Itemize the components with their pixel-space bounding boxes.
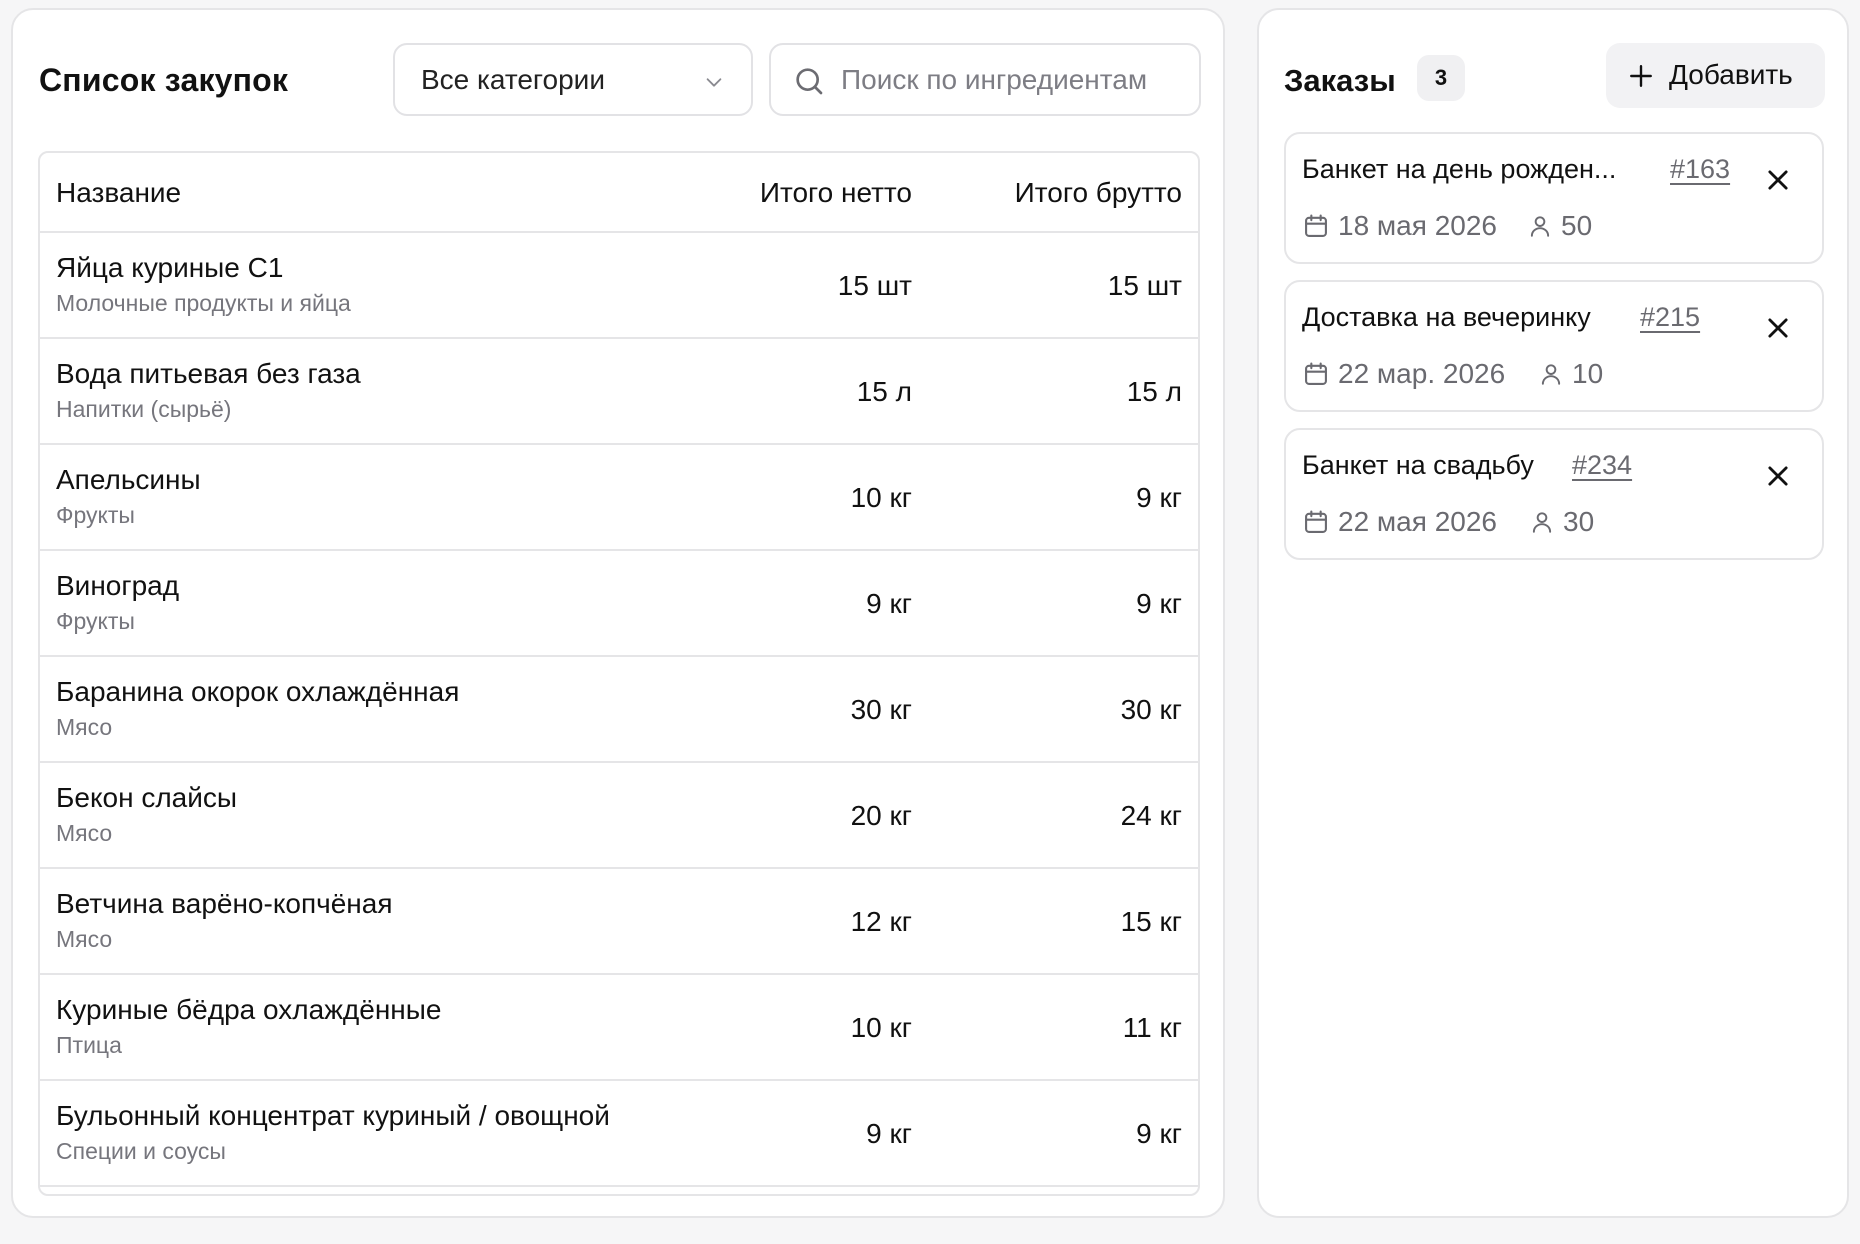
row-gross: 15 кг <box>1120 906 1182 937</box>
row-name: Вода питьевая без газа <box>56 358 361 389</box>
order-date: 18 мая 2026 <box>1338 210 1497 241</box>
table-row[interactable]: Виноград Фрукты 9 кг 9 кг <box>40 551 1198 657</box>
orders-panel: Заказы 3 Добавить Банкет на день рожден.… <box>1257 8 1849 1218</box>
row-gross: 9 кг <box>1136 588 1182 619</box>
calendar-icon <box>1305 214 1327 237</box>
person-icon <box>1532 512 1552 533</box>
row-category: Птица <box>56 1032 122 1058</box>
row-name: Апельсины <box>56 464 201 495</box>
row-gross: 9 кг <box>1136 482 1182 513</box>
ingredients-table: Название Итого нетто Итого брутто Яйца к… <box>38 151 1200 1196</box>
row-category: Мясо <box>56 714 113 740</box>
row-net: 15 шт <box>837 270 912 301</box>
row-net: 30 кг <box>850 694 912 725</box>
row-name: Куриные бёдра охлаждённые <box>56 994 442 1025</box>
row-net: 10 кг <box>850 1012 912 1043</box>
row-name: Бекон слайсы <box>56 782 238 813</box>
order-card[interactable]: Доставка на вечеринку #215 22 мар. 2026 … <box>1284 280 1824 412</box>
calendar-icon <box>1305 510 1327 533</box>
order-guests: 10 <box>1572 358 1604 389</box>
add-order-button[interactable]: Добавить <box>1606 43 1825 108</box>
orders-title: Заказы <box>1284 63 1396 98</box>
table-row[interactable]: Апельсины Фрукты 10 кг 9 кг <box>40 445 1198 551</box>
row-net: 10 кг <box>850 482 912 513</box>
order-card[interactable]: Банкет на день рожден... #163 18 мая 202… <box>1284 132 1824 264</box>
table-header: Название Итого нетто Итого брутто <box>40 153 1198 233</box>
category-select-value: Все категории <box>421 63 605 95</box>
row-category: Мясо <box>56 820 113 846</box>
row-name: Виноград <box>56 570 180 601</box>
search-box <box>769 43 1201 116</box>
table-row[interactable]: Яйца куриные С1 Молочные продукты и яйца… <box>40 233 1198 339</box>
table-row[interactable]: Ветчина варёно-копчёная Мясо 12 кг 15 кг <box>40 869 1198 975</box>
row-name: Яйца куриные С1 <box>56 252 284 283</box>
row-gross: 15 шт <box>1107 270 1182 301</box>
column-header-gross[interactable]: Итого брутто <box>1015 177 1182 209</box>
close-icon[interactable] <box>1764 314 1792 342</box>
row-category: Мясо <box>56 926 113 952</box>
table-row[interactable]: Куриные бёдра охлаждённые Птица 10 кг 11… <box>40 975 1198 1081</box>
table-row[interactable]: Бульонный концентрат куриный / овощной С… <box>40 1081 1198 1187</box>
chevron-down-icon <box>706 78 722 87</box>
row-gross: 30 кг <box>1120 694 1182 725</box>
row-category: Молочные продукты и яйца <box>56 290 351 316</box>
row-gross: 24 кг <box>1120 800 1182 831</box>
orders-count-badge: 3 <box>1417 55 1465 101</box>
row-category: Фрукты <box>56 608 135 634</box>
plus-icon <box>1630 65 1652 87</box>
order-date: 22 мар. 2026 <box>1338 358 1506 389</box>
page-title: Список закупок <box>39 62 289 98</box>
row-net: 9 кг <box>866 1118 912 1149</box>
row-net: 12 кг <box>850 906 912 937</box>
search-icon <box>796 68 823 95</box>
table-row[interactable]: Баранина окорок охлаждённая Мясо 30 кг 3… <box>40 657 1198 763</box>
add-order-label: Добавить <box>1669 59 1793 90</box>
order-card[interactable]: Банкет на свадьбу #234 22 мая 2026 30 <box>1284 428 1824 560</box>
row-name: Ветчина варёно-копчёная <box>56 888 393 919</box>
order-title: Доставка на вечеринку <box>1302 302 1591 332</box>
order-number-link[interactable]: #234 <box>1572 450 1632 481</box>
row-category: Фрукты <box>56 502 135 528</box>
row-name: Бульонный концентрат куриный / овощной <box>56 1100 610 1131</box>
order-title: Банкет на свадьбу <box>1302 450 1534 480</box>
row-name: Баранина окорок охлаждённая <box>56 676 460 707</box>
order-guests: 50 <box>1561 210 1593 241</box>
order-number-link[interactable]: #215 <box>1640 302 1700 333</box>
order-guests: 30 <box>1563 506 1595 537</box>
row-net: 20 кг <box>850 800 912 831</box>
order-number-link[interactable]: #163 <box>1670 154 1730 185</box>
table-row[interactable]: Вода питьевая без газа Напитки (сырьё) 1… <box>40 339 1198 445</box>
column-header-name[interactable]: Название <box>56 177 181 209</box>
person-icon <box>1541 364 1561 385</box>
row-gross: 11 кг <box>1122 1012 1182 1043</box>
order-title: Банкет на день рожден... <box>1302 154 1617 184</box>
close-icon[interactable] <box>1764 462 1792 490</box>
column-header-net[interactable]: Итого нетто <box>760 177 912 209</box>
search-input[interactable] <box>841 59 1191 101</box>
calendar-icon <box>1305 362 1327 385</box>
row-gross: 9 кг <box>1136 1118 1182 1149</box>
row-category: Специи и соусы <box>56 1138 226 1164</box>
row-net: 15 л <box>856 376 912 407</box>
row-net: 9 кг <box>866 588 912 619</box>
table-row[interactable]: Бекон слайсы Мясо 20 кг 24 кг <box>40 763 1198 869</box>
order-date: 22 мая 2026 <box>1338 506 1497 537</box>
shopping-list-panel: Список закупок Все категории Название Ит… <box>11 8 1225 1218</box>
category-select[interactable]: Все категории <box>393 43 753 116</box>
close-icon[interactable] <box>1764 166 1792 194</box>
person-icon <box>1530 216 1550 237</box>
row-category: Напитки (сырьё) <box>56 396 232 422</box>
row-gross: 15 л <box>1126 376 1182 407</box>
